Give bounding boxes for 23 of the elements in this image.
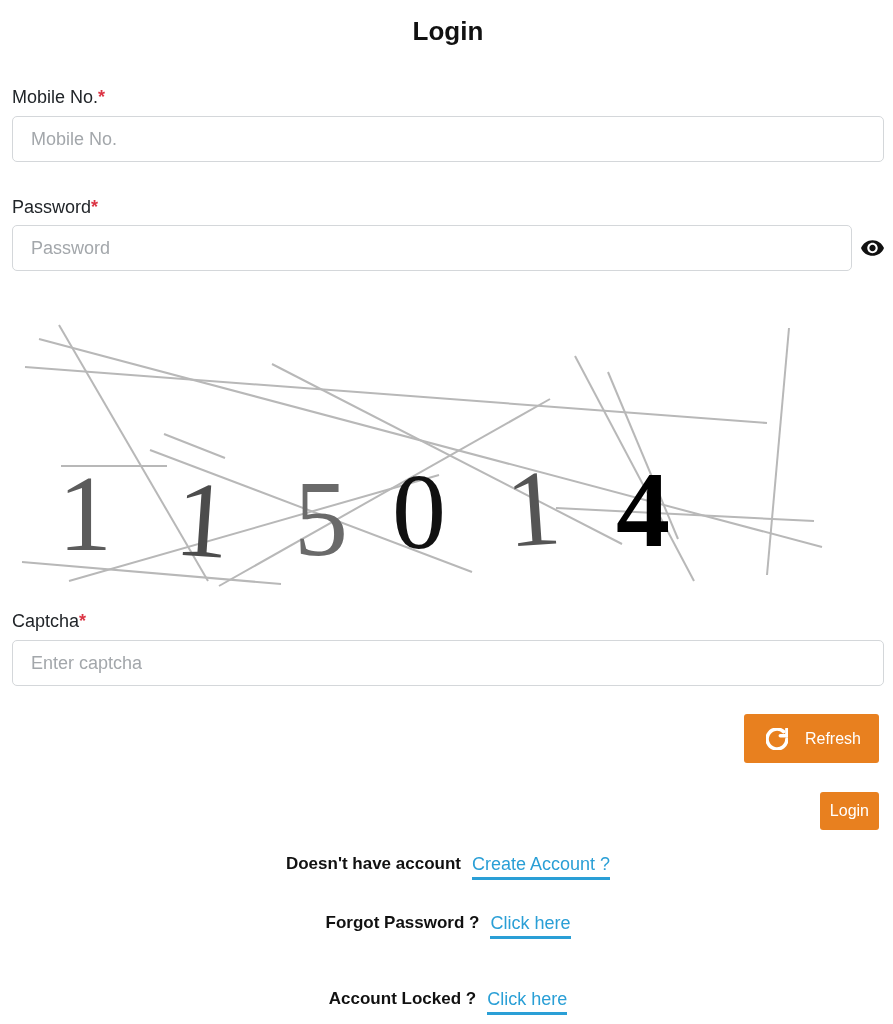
eye-icon[interactable] bbox=[861, 240, 884, 256]
captcha-digit: 1 bbox=[171, 458, 234, 581]
field-label: Mobile No.* bbox=[12, 86, 106, 108]
captcha-digit: 1 bbox=[502, 447, 565, 570]
refresh-icon bbox=[765, 727, 788, 750]
field-label: Password* bbox=[12, 196, 99, 218]
password-field[interactable]: Password bbox=[12, 225, 852, 271]
link[interactable]: Click here bbox=[490, 910, 571, 939]
captcha-digit: 1 bbox=[58, 454, 112, 573]
link[interactable]: Create Account ? bbox=[471, 851, 611, 880]
captcha-digit: 0 bbox=[392, 452, 446, 571]
prompt-text: Doesn't have account bbox=[285, 853, 461, 875]
link[interactable]: Click here bbox=[487, 986, 568, 1015]
captcha-digit: 5 bbox=[294, 459, 348, 578]
field-label: Captcha* bbox=[12, 610, 87, 632]
refresh-button[interactable]: Refresh bbox=[743, 714, 879, 763]
page-title: Login bbox=[412, 15, 484, 48]
captcha-digit: 4 bbox=[616, 450, 670, 569]
prompt-text: Account Locked ? bbox=[328, 988, 477, 1010]
mobile-number-field[interactable]: Mobile No. bbox=[12, 116, 884, 162]
captcha-field[interactable]: Enter captcha bbox=[12, 640, 884, 686]
login-button[interactable]: Login bbox=[819, 792, 879, 830]
prompt-text: Forgot Password ? bbox=[325, 912, 480, 934]
